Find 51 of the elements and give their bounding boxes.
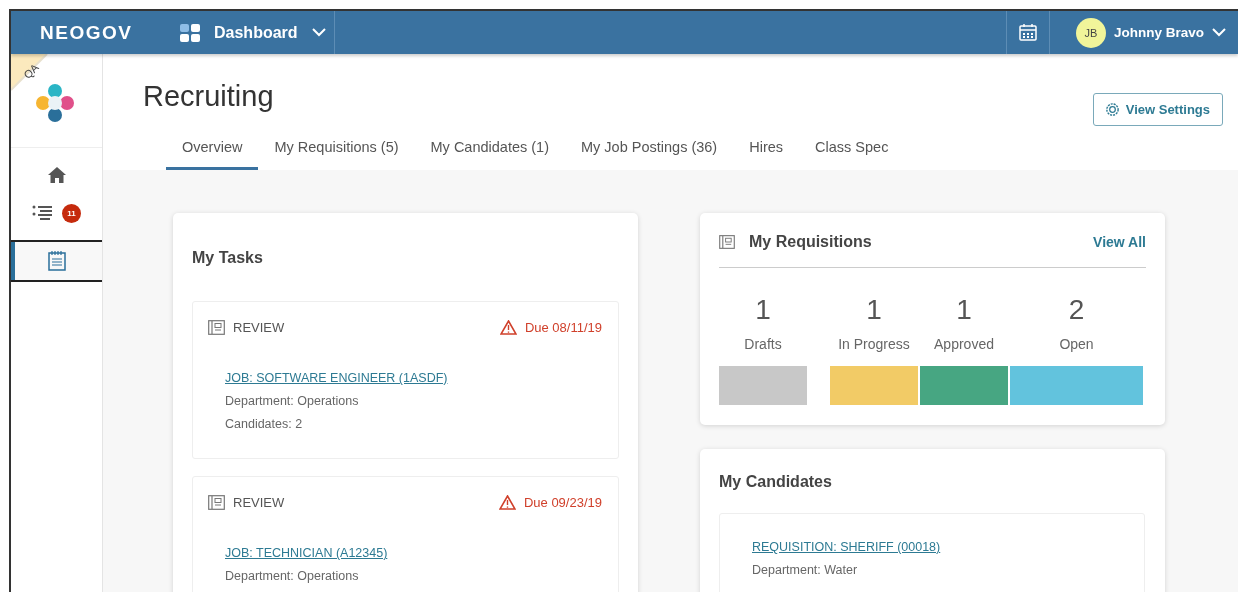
home-icon xyxy=(47,167,66,183)
tab[interactable]: My Job Postings (36) xyxy=(565,129,734,170)
calendar-icon xyxy=(1018,24,1037,41)
card-title: My Candidates xyxy=(719,473,833,491)
status-count: 1 xyxy=(755,294,771,326)
status-label: Approved xyxy=(934,336,994,352)
status-count: 1 xyxy=(866,294,882,326)
card-title: My Tasks xyxy=(192,249,264,267)
notification-badge: 11 xyxy=(62,203,81,223)
view-settings-button[interactable]: View Settings xyxy=(1092,93,1223,126)
page-title: Recruiting xyxy=(143,80,274,113)
tab[interactable]: Class Spec xyxy=(799,129,905,170)
brand-logo[interactable]: NEOGOV xyxy=(40,21,180,44)
task-type: REVIEW xyxy=(233,495,285,510)
task-type: REVIEW xyxy=(233,320,285,335)
job-link[interactable]: JOB: SOFTWARE ENGINEER (1ASDF) xyxy=(225,371,602,385)
detail-text: Department: Operations xyxy=(225,569,360,583)
sidebar-item[interactable] xyxy=(11,240,102,282)
due-date: Due 08/11/19 xyxy=(524,320,602,335)
sidebar-item[interactable]: 11 xyxy=(11,194,102,232)
status-count: 1 xyxy=(956,294,972,326)
grid-icon xyxy=(180,23,200,42)
settings-icon xyxy=(1104,102,1120,117)
detail-text: Department: Operations xyxy=(225,394,360,408)
user-avatar: JB xyxy=(1075,17,1106,48)
product-logo[interactable] xyxy=(34,82,75,123)
detail-text: Candidates: 2 xyxy=(225,417,304,431)
status-label: In Progress xyxy=(838,336,910,352)
tab[interactable]: Hires xyxy=(733,129,800,170)
notepad-icon xyxy=(47,251,66,271)
warning-icon xyxy=(498,495,516,510)
view-all-link[interactable]: View All xyxy=(1093,234,1146,250)
chevron-down-icon xyxy=(1212,28,1226,37)
requisition-link[interactable]: REQUISITION: SHERIFF (00018) xyxy=(752,540,1128,554)
detail-text: Department: Water xyxy=(752,563,859,577)
document-icon xyxy=(208,320,225,335)
status-label: Drafts xyxy=(744,336,782,352)
tab[interactable]: My Candidates (1) xyxy=(414,129,565,170)
due-date: Due 09/23/19 xyxy=(523,495,602,510)
tab[interactable]: Overview xyxy=(166,129,259,170)
status-count: 2 xyxy=(1068,294,1085,326)
user-menu[interactable]: JB Johnny Bravo xyxy=(1075,17,1226,48)
tab[interactable]: My Requisitions (5) xyxy=(258,129,415,170)
warning-icon xyxy=(499,320,517,335)
status-label: Open xyxy=(1059,336,1094,352)
chevron-down-icon xyxy=(311,28,326,37)
job-link[interactable]: JOB: TECHNICIAN (A12345) xyxy=(225,546,602,560)
list-icon xyxy=(32,204,54,222)
document-icon xyxy=(719,235,735,249)
document-icon xyxy=(208,495,225,510)
card-title: My Requisitions xyxy=(749,233,872,251)
